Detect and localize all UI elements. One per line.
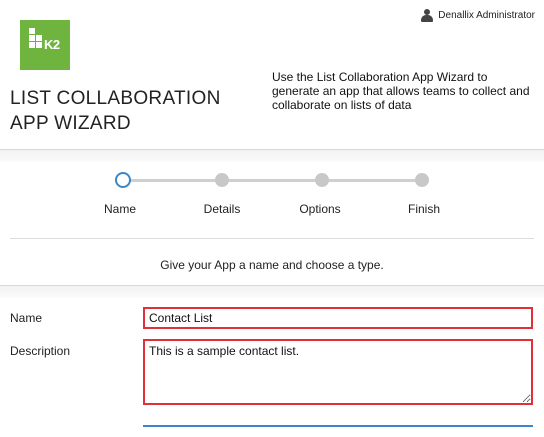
step-dot-details[interactable] (215, 173, 229, 187)
step-dot-name[interactable] (115, 172, 131, 188)
section-divider (0, 149, 544, 162)
logo-text: K2 (44, 37, 60, 52)
step-label-finish: Finish (407, 202, 441, 216)
person-icon (421, 9, 434, 22)
description-input[interactable]: This is a sample contact list. (143, 339, 533, 405)
step-dot-options[interactable] (315, 173, 329, 187)
divider (10, 238, 534, 239)
step-dot-finish[interactable] (415, 173, 429, 187)
instruction-text: Give your App a name and choose a type. (160, 258, 384, 272)
next-field-edge (143, 425, 533, 427)
user-name: Denallix Administrator (438, 10, 535, 21)
step-label-details: Details (203, 202, 241, 216)
user-menu[interactable]: Denallix Administrator (421, 9, 535, 22)
page-description: Use the List Collaboration App Wizard to… (272, 70, 530, 112)
name-label: Name (10, 311, 43, 325)
k2-logo: K2 (20, 20, 70, 70)
name-input[interactable] (143, 307, 533, 329)
step-label-name: Name (103, 202, 137, 216)
page-title: LIST COLLABORATION APP WIZARD (10, 88, 221, 134)
section-divider (0, 285, 544, 298)
stepper-track (122, 179, 422, 182)
description-label: Description (10, 344, 71, 358)
step-label-options: Options (299, 202, 341, 216)
